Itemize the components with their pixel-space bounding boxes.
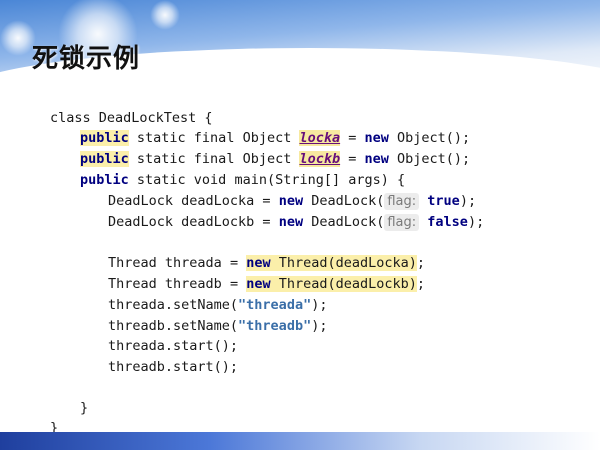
code-line: DeadLock deadLocka = new DeadLock(flag: … [108,191,476,211]
code-text: Thread(deadLocka) [270,255,417,271]
code-line: threada.setName("threada"); [108,295,327,315]
code-line: public static void main(String[] args) { [80,170,405,190]
keyword: new [246,255,271,271]
keyword: new [364,151,389,167]
code-text: class DeadLockTest { [50,110,213,126]
slide-title: 死锁示例 [32,44,141,74]
keyword: new [278,214,304,230]
code-text: DeadLock( [303,214,385,230]
keyword: public [80,151,129,167]
code-text: static final Object [128,130,300,146]
code-text: Object(); [388,151,471,167]
code-text: DeadLock deadLockb = [108,214,279,230]
code-text: ; [416,255,426,271]
string-literal: "threadb" [238,318,312,334]
code-text: ); [467,214,485,230]
keyword: true [427,193,460,209]
light-glow [0,20,36,56]
code-line: Thread threada = new Thread(deadLocka); [108,253,425,273]
code-text: static final Object [128,151,300,167]
code-line: threada.start(); [108,336,238,356]
field-name: locka [299,130,341,146]
code-line: threadb.setName("threadb"); [108,316,327,336]
code-line: class DeadLockTest { [50,108,213,128]
code-text: DeadLock deadLocka = [108,193,279,209]
code-text: ); [311,318,328,334]
string-literal: "threada" [238,297,312,313]
code-line: Thread threadb = new Thread(deadLockb); [108,274,425,294]
code-text: DeadLock( [303,193,385,209]
code-text: threadb.setName( [108,318,239,334]
code-text: ); [459,193,477,209]
code-text: Object(); [388,130,471,146]
keyword: public [80,172,129,188]
parameter-hint: flag: [384,193,420,210]
footer-bar [0,432,600,450]
keyword: public [80,130,129,146]
code-line: public static final Object locka = new O… [80,128,470,148]
keyword: new [246,276,271,292]
code-text: = [340,151,365,167]
keyword: new [364,130,389,146]
code-text: } [80,400,89,416]
field-name: lockb [299,151,341,167]
code-text: Thread [108,276,165,292]
parameter-hint: flag: [384,214,420,231]
code-text: ); [311,297,328,313]
code-text: threadb.start(); [108,359,239,375]
code-text: threada.start(); [108,338,239,354]
code-text: static void main(String[] args) { [128,172,406,188]
code-text: ; [416,276,426,292]
code-text: Thread [108,255,165,271]
code-line: } [80,398,88,418]
variable-name: threada [164,255,222,271]
code-text: = [221,255,247,271]
code-text: = [340,130,365,146]
code-line: DeadLock deadLockb = new DeadLock(flag: … [108,212,484,232]
code-line: public static final Object lockb = new O… [80,149,470,169]
code-line: threadb.start(); [108,357,238,377]
code-text: threada.setName( [108,297,239,313]
light-glow [150,0,180,30]
variable-name: threadb [164,276,222,292]
code-text: Thread(deadLockb) [270,276,417,292]
code-text: = [221,276,247,292]
keyword: new [278,193,304,209]
keyword: false [427,214,468,230]
